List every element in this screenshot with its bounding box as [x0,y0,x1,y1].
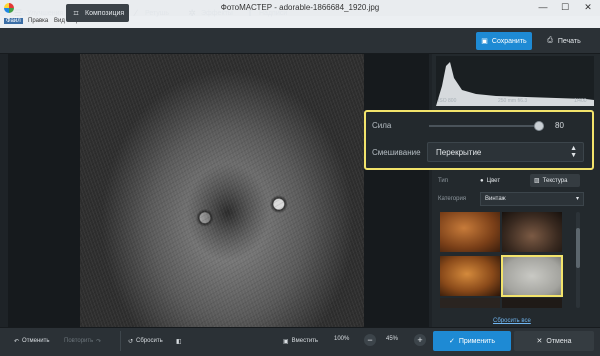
reset-label: Сбросить [136,338,163,344]
texture-thumbnail[interactable] [502,298,562,308]
tab-effects[interactable]: ✲ Эффекты [182,4,238,22]
maximize-button[interactable]: ☐ [554,0,576,16]
blend-label: Смешивание [372,148,421,157]
redo-label: Повторить [64,338,94,344]
check-icon: ✓ [448,338,455,345]
type-color-button[interactable]: ● Цвет [480,174,500,187]
save-icon: ▣ [481,38,488,45]
close-icon: ✕ [536,338,543,345]
save-button[interactable]: ▣ Сохранить [476,32,532,50]
texture-thumbnail[interactable] [440,298,500,308]
type-color-label: Цвет [486,177,501,184]
effects-icon: ✲ [188,8,196,18]
tab-label: Улучшения [27,9,64,17]
zoom-in-button[interactable]: + [414,334,426,346]
fit-icon: ▣ [283,338,289,345]
texture-icon: ▨ [534,178,540,184]
fit-label: Вместить [291,338,319,344]
crop-icon: ⌗ [73,8,79,18]
divider [120,331,121,351]
tab-composition[interactable]: ⌗ Композиция [66,4,130,22]
gallery-scrollbar[interactable] [576,212,580,308]
tab-label: Эффекты [201,9,233,17]
app-window: ФотоМАСТЕР - adorable-1866684_1920.jpg —… [0,0,600,356]
apply-label: Применить [458,337,496,345]
strength-slider-handle[interactable] [534,121,544,131]
category-value: Винтаж [485,196,506,202]
brush-icon: ∕ [135,8,137,18]
undo-button[interactable]: ↶ Отменить [14,334,49,348]
reset-button[interactable]: ↺ Сбросить [128,334,163,348]
text-icon: T [247,8,253,18]
cancel-label: Отмена [546,337,572,345]
texture-thumbnail[interactable] [440,212,500,252]
texture-gallery [440,212,564,308]
close-button[interactable]: ✕ [576,0,600,16]
print-label: Печать [557,37,581,45]
redo-button[interactable]: Повторить ↷ [64,334,101,348]
fit-button[interactable]: ▣ Вместить [283,334,318,348]
shutter-text: 1/400 [574,98,587,104]
tab-label: Надписи [259,9,288,17]
type-texture-label: Текстура [542,177,568,184]
updown-arrows-icon: ▲ ▼ [570,145,577,159]
tab-enhancements[interactable]: ☰ Улучшения [8,4,68,22]
tab-retouch[interactable]: ∕ Ретушь [126,4,174,22]
compare-icon: ◧ [176,338,182,345]
zoom-out-button[interactable]: − [364,334,376,346]
print-button[interactable]: ⎙ Печать [536,32,592,50]
zoom-100-button[interactable]: 100% [334,336,349,342]
blend-mode-value: Перекрытие [436,148,482,157]
cancel-button[interactable]: ✕ Отмена [514,331,594,351]
reset-icon: ↺ [128,338,134,345]
reset-all-link[interactable]: Сбросить все [493,318,531,324]
texture-thumbnail[interactable] [502,212,562,252]
sliders-icon: ☰ [13,8,23,18]
category-select[interactable]: Винтаж ▾ [480,192,584,206]
strength-label: Сила [372,121,392,130]
focal-text: 250 mm f/6.3 [498,98,528,104]
undo-icon: ↶ [14,338,20,345]
image-canvas[interactable] [8,54,429,327]
strength-value: 80 [555,121,564,130]
tab-label: Ретушь [145,9,170,17]
compare-button[interactable]: ◧ [176,334,182,348]
strength-slider[interactable] [429,125,541,127]
texture-thumbnail[interactable] [440,256,500,296]
category-label: Категория [438,196,467,202]
iso-text: ISO 800 [438,98,457,104]
zoom-level: 45% [386,336,399,342]
save-label: Сохранить [491,37,527,45]
chevron-down-icon: ▾ [575,196,579,202]
tab-text[interactable]: T Надписи [240,4,292,22]
palette-icon: ● [480,177,484,184]
apply-button[interactable]: ✓ Применить [433,331,511,351]
texture-thumbnail-selected[interactable] [501,255,563,297]
undo-label: Отменить [22,338,50,344]
type-label: Тип [438,178,449,184]
tab-label: Композиция [85,9,125,17]
scrollbar-thumb[interactable] [576,228,580,268]
minimize-button[interactable]: — [532,0,554,16]
printer-icon: ⎙ [547,37,553,44]
redo-icon: ↷ [96,338,102,345]
blend-mode-select[interactable]: Перекрытие ▲ ▼ [427,142,584,162]
type-texture-button[interactable]: ▨ Текстура [530,174,580,187]
cat-photo [80,54,364,327]
